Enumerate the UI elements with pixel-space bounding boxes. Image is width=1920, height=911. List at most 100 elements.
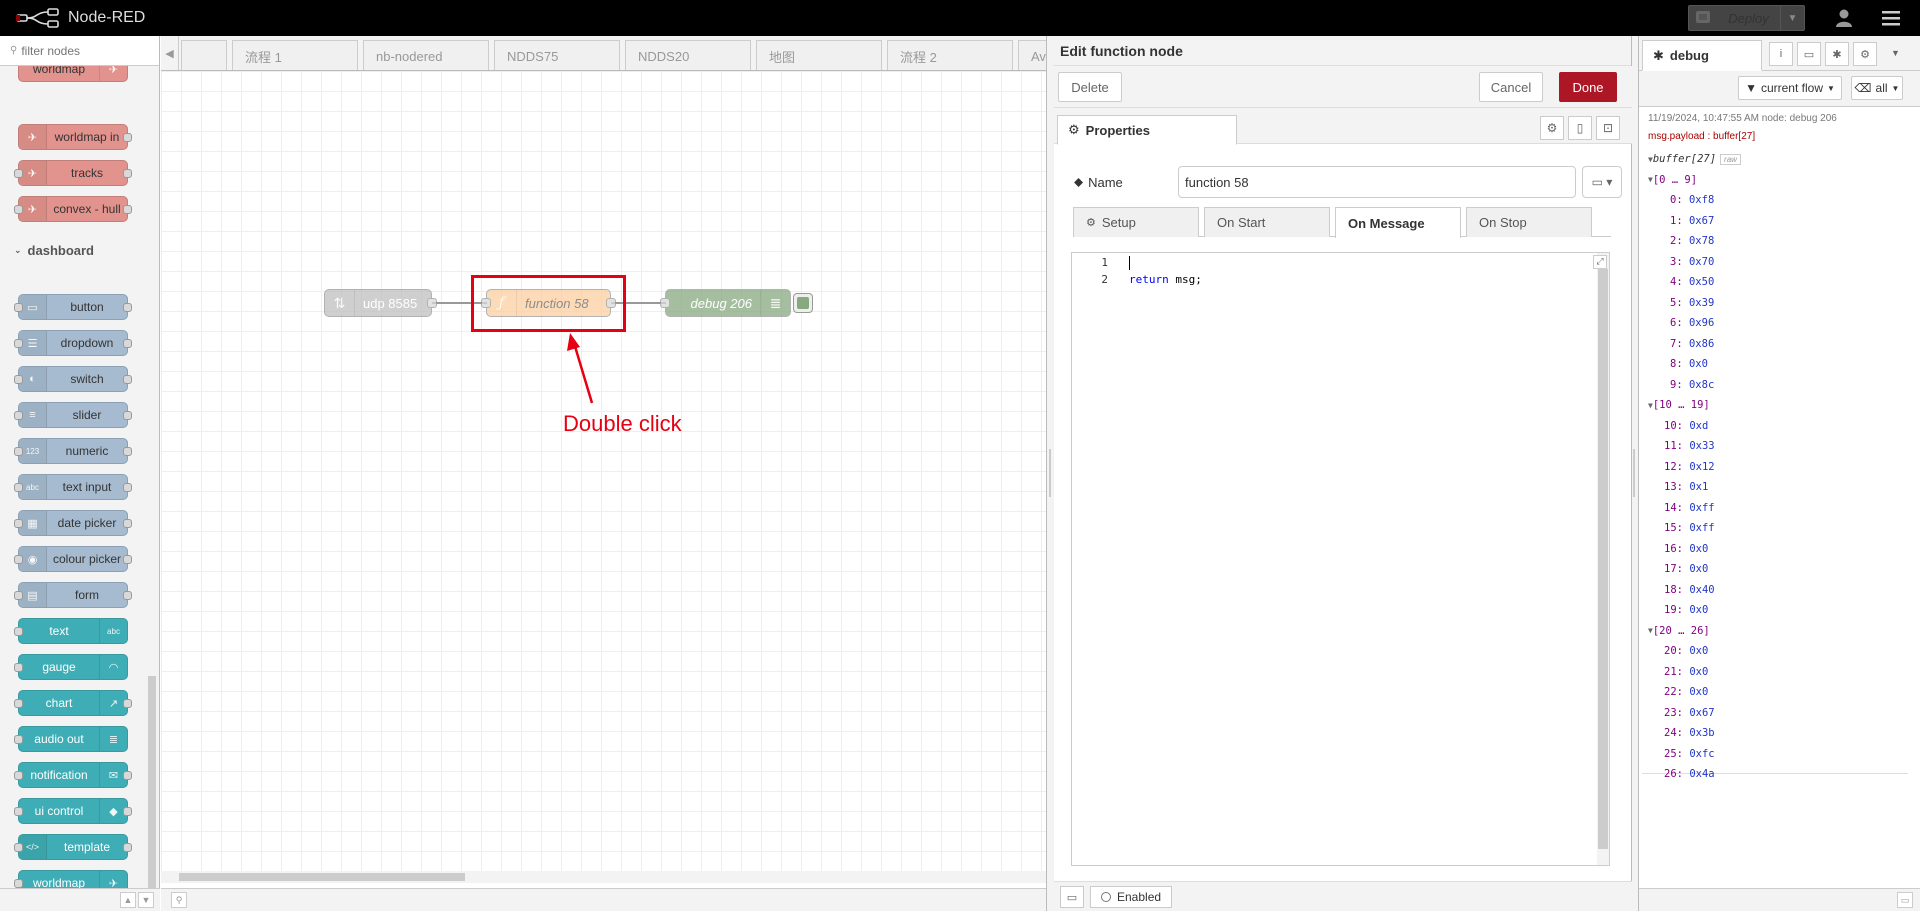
- tab-on-stop[interactable]: On Stop: [1466, 207, 1592, 237]
- tree-item[interactable]: 18: 0x40: [1648, 580, 1741, 601]
- palette-filter-input[interactable]: [21, 43, 152, 58]
- flow-tab[interactable]: nb-nodered: [363, 40, 489, 70]
- palette-node-numeric[interactable]: 123 numeric: [14, 438, 132, 464]
- palette-node-form[interactable]: ▤ form: [14, 582, 132, 608]
- expand-all-icon[interactable]: ▼: [138, 892, 154, 908]
- tab-on-message[interactable]: On Message: [1335, 207, 1461, 238]
- tab-properties[interactable]: ⚙ Properties: [1057, 115, 1237, 145]
- flow-node-udp[interactable]: ⇅ udp 8585: [324, 289, 437, 317]
- code-editor[interactable]: 1 2 return msg; ⤢: [1071, 252, 1610, 866]
- clear-all-dropdown[interactable]: ⌫ all ▼: [1851, 76, 1903, 100]
- palette-node-gauge[interactable]: gauge ◠: [14, 654, 128, 680]
- palette-node-text-input[interactable]: abc text input: [14, 474, 132, 500]
- palette-node-colour-picker[interactable]: ◉ colour picker: [14, 546, 132, 572]
- flow-node-debug[interactable]: debug 206 ≣: [660, 289, 791, 317]
- tree-item[interactable]: 4: 0x50: [1648, 272, 1741, 293]
- flow-tab[interactable]: Av: [1018, 40, 1046, 70]
- raw-button[interactable]: raw: [1720, 153, 1741, 165]
- palette-node-tracks[interactable]: ✈ tracks: [14, 160, 132, 186]
- palette-scrollbar[interactable]: [146, 66, 158, 911]
- tree-root[interactable]: ▼ buffer[27] raw: [1648, 149, 1741, 170]
- palette-node-worldmap[interactable]: worldmap ✈: [18, 66, 128, 82]
- tree-item[interactable]: 12: 0x12: [1648, 457, 1741, 478]
- scroll-left-icon[interactable]: ◀: [161, 36, 179, 70]
- editor-splitter[interactable]: [1046, 36, 1054, 911]
- delete-button[interactable]: Delete: [1058, 72, 1122, 102]
- palette-node-date-picker[interactable]: ▦ date picker: [14, 510, 132, 536]
- tree-item[interactable]: 26: 0x4a: [1648, 764, 1741, 785]
- done-button[interactable]: Done: [1559, 72, 1617, 102]
- chevron-down-icon[interactable]: ▼: [1891, 48, 1900, 58]
- flow-tab[interactable]: 流程 2: [887, 40, 1013, 70]
- tree-item[interactable]: 5: 0x39: [1648, 293, 1741, 314]
- tree-item[interactable]: 3: 0x70: [1648, 252, 1741, 273]
- tree-item[interactable]: 10: 0xd: [1648, 416, 1741, 437]
- tree-item[interactable]: 0: 0xf8: [1648, 190, 1741, 211]
- palette-node-slider[interactable]: ≡ slider: [14, 402, 132, 428]
- tree-group[interactable]: ▼ [0 … 9]: [1648, 170, 1741, 191]
- palette-node-dropdown[interactable]: ☰ dropdown: [14, 330, 132, 356]
- tree-item[interactable]: 2: 0x78: [1648, 231, 1741, 252]
- tree-item[interactable]: 13: 0x1: [1648, 477, 1741, 498]
- tree-item[interactable]: 24: 0x3b: [1648, 723, 1741, 744]
- palette-node-text[interactable]: text abc: [14, 618, 128, 644]
- flow-tab[interactable]: [181, 40, 227, 70]
- palette-node-convex-hull[interactable]: ✈ convex - hull: [14, 196, 132, 222]
- tree-item[interactable]: 20: 0x0: [1648, 641, 1741, 662]
- tree-item[interactable]: 16: 0x0: [1648, 539, 1741, 560]
- tab-setup[interactable]: ⚙ Setup: [1073, 207, 1199, 237]
- tree-item[interactable]: 15: 0xff: [1648, 518, 1741, 539]
- deploy-menu-chevron-icon[interactable]: ▼: [1780, 6, 1804, 30]
- tree-group[interactable]: ▼ [10 … 19]: [1648, 395, 1741, 416]
- workspace-hscrollbar[interactable]: [161, 871, 1046, 883]
- collapse-all-icon[interactable]: ▲: [120, 892, 136, 908]
- tree-item[interactable]: 7: 0x86: [1648, 334, 1741, 355]
- editor-scrollbar[interactable]: [1597, 253, 1609, 865]
- palette-category-dashboard[interactable]: ⌄ dashboard: [0, 235, 145, 265]
- tree-item[interactable]: 9: 0x8c: [1648, 375, 1741, 396]
- deploy-button[interactable]: Deploy ▼: [1688, 5, 1805, 31]
- tree-group[interactable]: ▼ [20 … 26]: [1648, 621, 1741, 642]
- tree-item[interactable]: 14: 0xff: [1648, 498, 1741, 519]
- flow-tab[interactable]: NDDS75: [494, 40, 620, 70]
- tree-item[interactable]: 21: 0x0: [1648, 662, 1741, 683]
- search-icon[interactable]: ⚲: [171, 892, 187, 908]
- flow-workspace[interactable]: ⇅ udp 8585 ƒ function 58 debug 206 ≣ Dou…: [161, 71, 1046, 876]
- tree-item[interactable]: 22: 0x0: [1648, 682, 1741, 703]
- monitor-icon[interactable]: ▭: [1897, 892, 1913, 908]
- tree-item[interactable]: 17: 0x0: [1648, 559, 1741, 580]
- tree-item[interactable]: 25: 0xfc: [1648, 744, 1741, 765]
- info-icon[interactable]: i: [1769, 42, 1793, 66]
- palette-node-audio-out[interactable]: audio out ≣: [14, 726, 128, 752]
- palette-node-ui-control[interactable]: ui control ◆: [14, 798, 132, 824]
- description-icon[interactable]: ▯: [1568, 116, 1592, 140]
- bug-icon[interactable]: ✱: [1825, 42, 1849, 66]
- book-icon[interactable]: ▭: [1797, 42, 1821, 66]
- cancel-button[interactable]: Cancel: [1479, 72, 1543, 102]
- tree-item[interactable]: 6: 0x96: [1648, 313, 1741, 334]
- palette-node-worldmap-in[interactable]: ✈ worldmap in: [18, 124, 132, 150]
- filter-flow-dropdown[interactable]: ▼ current flow ▼: [1738, 76, 1842, 100]
- tree-item[interactable]: 8: 0x0: [1648, 354, 1741, 375]
- appearance-icon[interactable]: ⊡: [1596, 116, 1620, 140]
- flow-tab[interactable]: NDDS20: [625, 40, 751, 70]
- user-icon[interactable]: [1833, 7, 1855, 29]
- name-input[interactable]: [1178, 166, 1576, 198]
- flow-tab[interactable]: 地图: [756, 40, 882, 70]
- gear-icon[interactable]: ⚙: [1853, 42, 1877, 66]
- palette-node-switch[interactable]: ◐ switch: [14, 366, 132, 392]
- tree-item[interactable]: 23: 0x67: [1648, 703, 1741, 724]
- hamburger-menu-icon[interactable]: [1880, 8, 1902, 28]
- gear-icon[interactable]: ⚙: [1540, 116, 1564, 140]
- palette-node-notification[interactable]: notification ✉: [14, 762, 132, 788]
- debug-toggle-button[interactable]: [793, 293, 813, 313]
- tab-on-start[interactable]: On Start: [1204, 207, 1330, 237]
- tab-debug[interactable]: ✱ debug: [1642, 40, 1762, 71]
- book-icon[interactable]: ▭ ▾: [1582, 166, 1622, 198]
- expand-icon[interactable]: ⤢: [1593, 255, 1607, 269]
- help-book-icon[interactable]: ▭: [1060, 886, 1084, 908]
- tree-item[interactable]: 19: 0x0: [1648, 600, 1741, 621]
- flow-tab[interactable]: 流程 1: [232, 40, 358, 70]
- palette-node-button[interactable]: ▭ button: [14, 294, 132, 320]
- enabled-toggle[interactable]: Enabled: [1090, 886, 1173, 908]
